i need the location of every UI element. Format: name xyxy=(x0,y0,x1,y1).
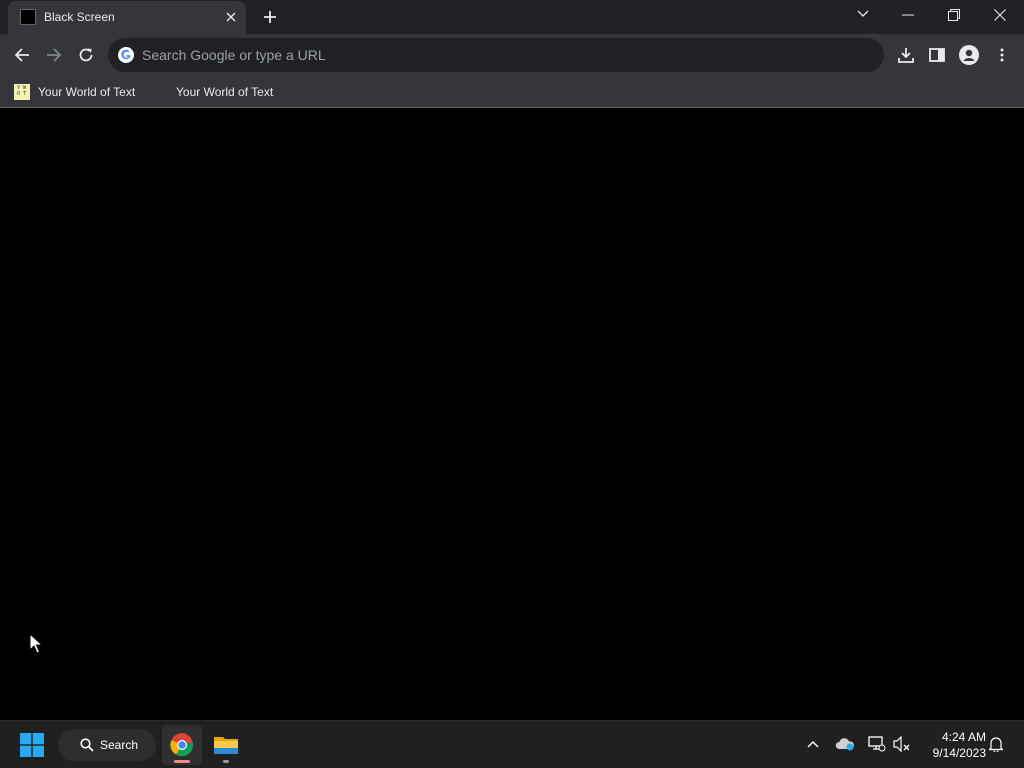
bookmark-your-world-of-text-1[interactable]: Y W O T Your World of Text xyxy=(14,80,135,104)
restore-icon[interactable] xyxy=(931,0,977,30)
volume-muted-icon[interactable] xyxy=(891,733,913,755)
onedrive-cloud-icon[interactable] xyxy=(834,733,856,755)
clock-time: 4:24 AM xyxy=(941,730,986,744)
running-indicator xyxy=(223,760,229,763)
notification-bell-icon[interactable] xyxy=(985,733,1007,755)
show-hidden-icons-chevron-icon[interactable] xyxy=(802,733,824,755)
search-label: Search xyxy=(100,738,139,752)
google-g-icon xyxy=(118,47,134,63)
side-panel-icon[interactable] xyxy=(923,41,951,69)
tab-black-screen[interactable]: Black Screen xyxy=(8,1,246,34)
omnibox[interactable] xyxy=(108,38,884,72)
kebab-menu-icon[interactable] xyxy=(988,41,1016,69)
download-icon[interactable] xyxy=(892,41,920,69)
page-content-black xyxy=(0,109,1024,720)
start-windows-icon[interactable] xyxy=(12,725,52,765)
minimize-icon[interactable] xyxy=(885,0,931,30)
black-square-favicon-icon xyxy=(20,9,36,25)
system-clock[interactable]: 4:24 AM 9/14/2023 xyxy=(918,729,986,761)
bookmarks-bar: Y W O T Your World of Text Your World of… xyxy=(0,76,1024,108)
search-icon xyxy=(80,738,94,752)
network-icon[interactable] xyxy=(866,733,888,755)
windows-taskbar: Search 4:24 AM 9/14/2023 xyxy=(0,720,1024,768)
back-arrow-icon[interactable] xyxy=(8,41,36,69)
mouse-cursor-icon xyxy=(29,633,43,654)
new-tab-plus-icon[interactable] xyxy=(259,6,281,28)
close-window-icon[interactable] xyxy=(977,0,1023,30)
profile-avatar-icon[interactable] xyxy=(955,41,983,69)
forward-arrow-icon[interactable] xyxy=(40,41,68,69)
taskbar-file-explorer-icon[interactable] xyxy=(206,725,246,765)
browser-toolbar xyxy=(0,34,1024,76)
bookmark-label: Your World of Text xyxy=(38,85,136,99)
taskbar-search-button[interactable]: Search xyxy=(58,729,156,761)
tab-title: Black Screen xyxy=(44,10,115,24)
tab-strip: Black Screen xyxy=(0,0,1024,34)
bookmark-your-world-of-text-2[interactable]: Your World of Text xyxy=(176,80,273,104)
omnibox-input[interactable] xyxy=(142,38,862,72)
taskbar-chrome-icon[interactable] xyxy=(162,725,202,765)
clock-date: 9/14/2023 xyxy=(932,746,986,760)
bookmark-label: Your World of Text xyxy=(176,85,274,99)
active-indicator xyxy=(174,760,190,763)
tab-search-chevron-icon[interactable] xyxy=(852,5,874,23)
tab-close-icon[interactable] xyxy=(223,9,239,25)
reload-icon[interactable] xyxy=(72,41,100,69)
ywot-icon: Y W O T xyxy=(14,84,30,100)
